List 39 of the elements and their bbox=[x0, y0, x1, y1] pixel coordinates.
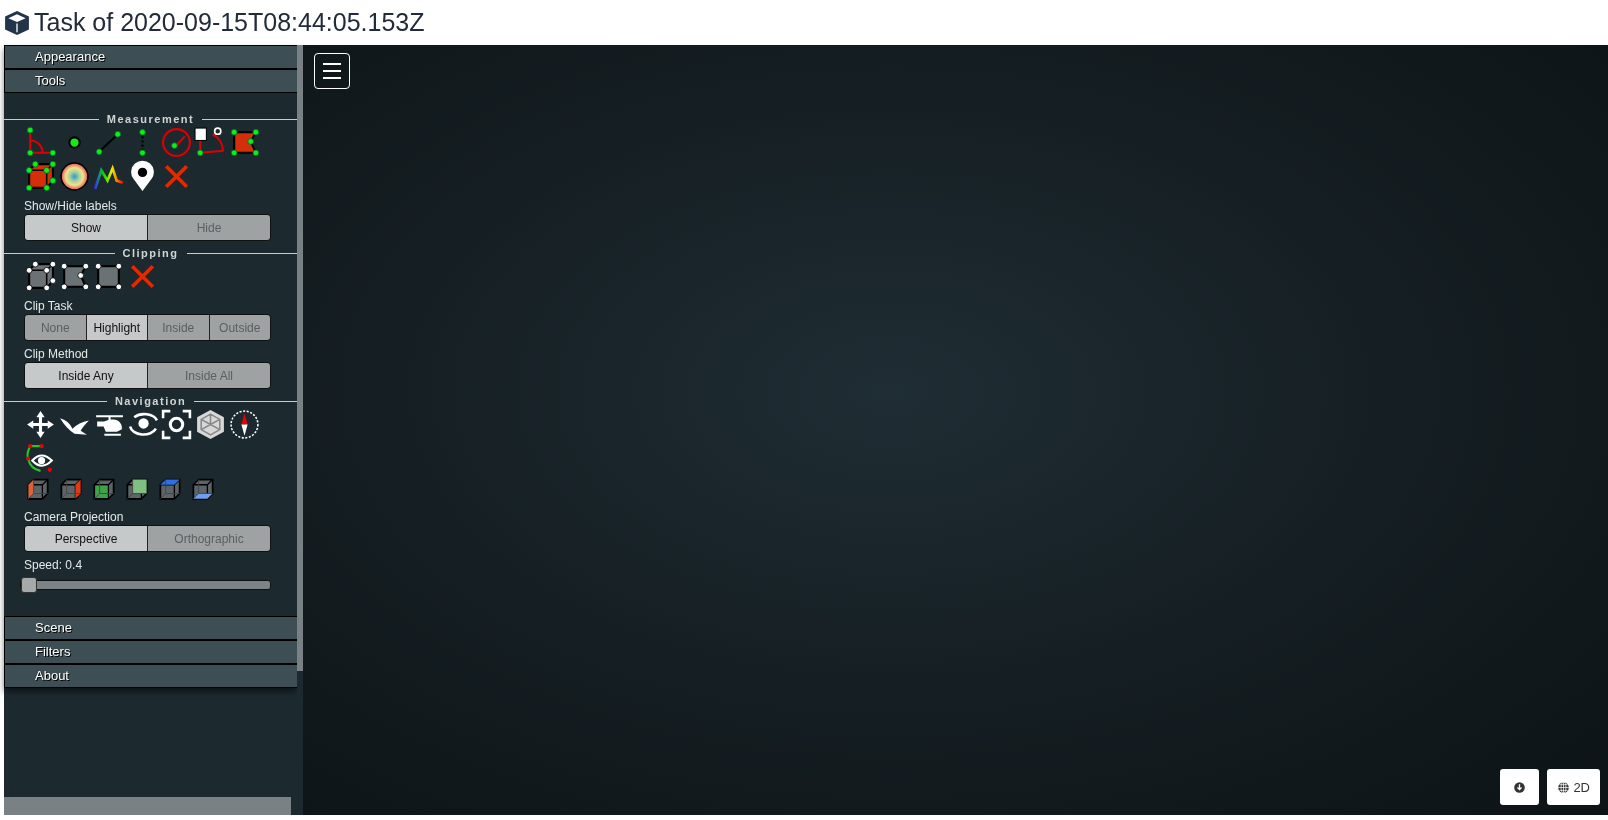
slider-track[interactable] bbox=[20, 580, 271, 590]
download-button[interactable] bbox=[1500, 769, 1540, 805]
field-label: Show/Hide labels bbox=[24, 199, 118, 213]
focus-frame-icon[interactable] bbox=[160, 408, 193, 441]
toggle-button[interactable]: Show bbox=[25, 215, 147, 240]
menu-button[interactable] bbox=[314, 53, 350, 89]
accordion-header[interactable]: Scene bbox=[4, 616, 297, 640]
globe-icon bbox=[1557, 780, 1571, 794]
view-mode-button[interactable]: 2D bbox=[1547, 769, 1600, 805]
slider-thumb[interactable] bbox=[21, 577, 37, 593]
compass-icon[interactable] bbox=[228, 408, 261, 441]
page-title: Task of 2020-09-15T08:44:05.153Z bbox=[34, 8, 425, 37]
download-icon bbox=[1513, 780, 1527, 794]
toggle-button[interactable]: Highlight bbox=[85, 315, 147, 340]
area-icon[interactable] bbox=[228, 126, 261, 159]
accordion-header[interactable]: Appearance bbox=[4, 45, 297, 69]
field-label: Camera Projection bbox=[24, 510, 125, 524]
section-heading: Navigation bbox=[114, 395, 187, 407]
field-label: Clip Method bbox=[24, 347, 90, 361]
volume-icon[interactable] bbox=[24, 160, 57, 193]
horizontal-scrollbar[interactable] bbox=[4, 797, 291, 815]
clip-polygon-icon[interactable] bbox=[58, 260, 91, 293]
clip-square-icon[interactable] bbox=[92, 260, 125, 293]
section-heading: Clipping bbox=[122, 247, 179, 259]
accordion-header[interactable]: About bbox=[4, 664, 297, 688]
heatmap-circle-icon[interactable] bbox=[58, 160, 91, 193]
cube-icon bbox=[4, 9, 30, 36]
field-label: Speed: 0.4 bbox=[24, 558, 84, 572]
cube-icon[interactable] bbox=[194, 408, 227, 441]
accordion-header[interactable]: Filters bbox=[4, 640, 297, 664]
section-heading: Measurement bbox=[106, 113, 195, 125]
move-arrows-icon[interactable] bbox=[24, 408, 57, 441]
accordion-header[interactable]: Tools bbox=[4, 69, 297, 93]
toggle-button[interactable]: Inside Any bbox=[25, 363, 147, 388]
clip-volume-icon[interactable] bbox=[24, 260, 57, 293]
angle-icon[interactable] bbox=[24, 126, 57, 159]
azimuth-icon[interactable] bbox=[194, 126, 227, 159]
field-label: Clip Task bbox=[24, 299, 74, 313]
toggle-button[interactable]: Perspective bbox=[25, 526, 147, 551]
